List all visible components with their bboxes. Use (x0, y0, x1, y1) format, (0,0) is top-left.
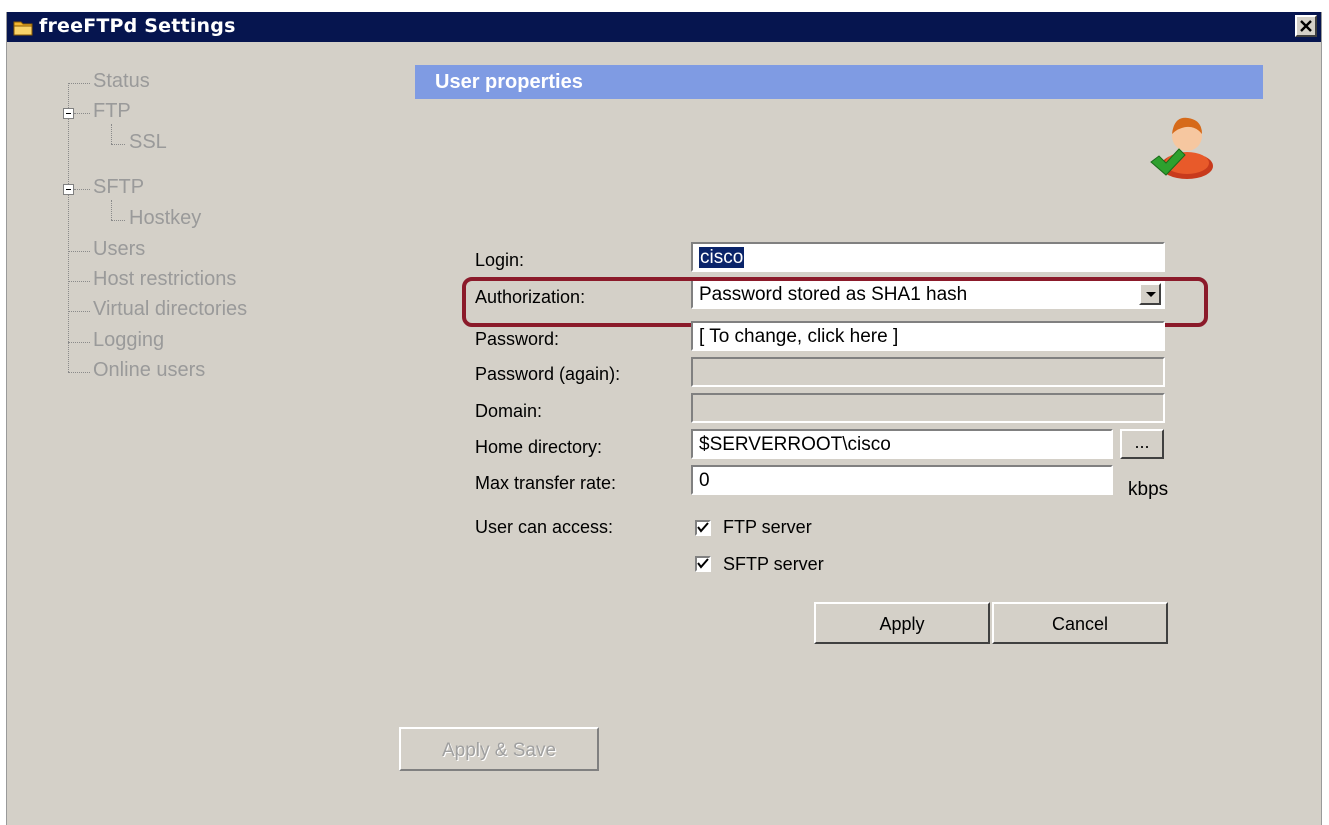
settings-window: freeFTPd Settings Status FTP SSL SFTP Ho… (6, 12, 1322, 825)
tree-item-users[interactable]: Users (93, 238, 145, 261)
tree-item-host-restrictions[interactable]: Host restrictions (93, 268, 236, 291)
password-again-field[interactable] (691, 357, 1165, 387)
tree-item-sftp[interactable]: SFTP (93, 176, 144, 199)
checkmark-icon (697, 558, 709, 569)
folder-icon (13, 21, 33, 36)
tree-item-ssl[interactable]: SSL (129, 131, 167, 154)
login-field[interactable]: cisco (691, 242, 1165, 272)
login-value: cisco (699, 247, 745, 268)
apply-save-label: Apply & Save (441, 740, 557, 761)
domain-label: Domain: (475, 401, 543, 421)
kbps-unit-label: kbps (1128, 479, 1169, 500)
password-again-label: Password (again): (475, 364, 621, 384)
user-check-icon (1150, 117, 1213, 179)
sftp-collapse-toggle[interactable] (63, 184, 74, 195)
max-transfer-rate-label: Max transfer rate: (475, 473, 617, 493)
login-label: Login: (475, 250, 525, 270)
ftp-server-checkbox[interactable] (695, 520, 711, 536)
password-field[interactable]: [ To change, click here ] (691, 321, 1165, 351)
tree-item-logging[interactable]: Logging (93, 329, 164, 352)
authorization-highlight (462, 277, 1208, 327)
tree-item-ftp[interactable]: FTP (93, 100, 131, 123)
tree-item-virtual-directories[interactable]: Virtual directories (93, 298, 247, 321)
sftp-server-label: SFTP server (723, 554, 824, 574)
max-transfer-rate-field[interactable]: 0 (691, 465, 1113, 495)
tree-item-online-users[interactable]: Online users (93, 359, 205, 382)
panel-header: User properties (415, 65, 1263, 99)
sftp-server-checkbox[interactable] (695, 556, 711, 572)
close-button[interactable] (1295, 15, 1317, 37)
home-directory-label: Home directory: (475, 437, 603, 457)
home-directory-field[interactable]: $SERVERROOT\cisco (691, 429, 1113, 459)
tree-item-status[interactable]: Status (93, 70, 150, 93)
tree-item-hostkey[interactable]: Hostkey (129, 207, 201, 230)
title-bar: freeFTPd Settings (7, 12, 1321, 42)
apply-save-button[interactable]: Apply & Save (399, 727, 599, 771)
apply-button[interactable]: Apply (814, 602, 990, 644)
home-directory-value: $SERVERROOT\cisco (699, 434, 891, 455)
browse-button[interactable]: ... (1120, 429, 1164, 459)
checkmark-icon (697, 522, 709, 533)
max-transfer-rate-value: 0 (699, 470, 710, 491)
domain-field[interactable] (691, 393, 1165, 423)
cancel-button[interactable]: Cancel (992, 602, 1168, 644)
ftp-collapse-toggle[interactable] (63, 108, 74, 119)
user-can-access-label: User can access: (475, 517, 614, 537)
window-title: freeFTPd Settings (39, 15, 236, 37)
ftp-server-label: FTP server (723, 517, 812, 537)
close-icon (1300, 20, 1312, 32)
password-value: [ To change, click here ] (699, 326, 899, 347)
password-label: Password: (475, 329, 560, 349)
